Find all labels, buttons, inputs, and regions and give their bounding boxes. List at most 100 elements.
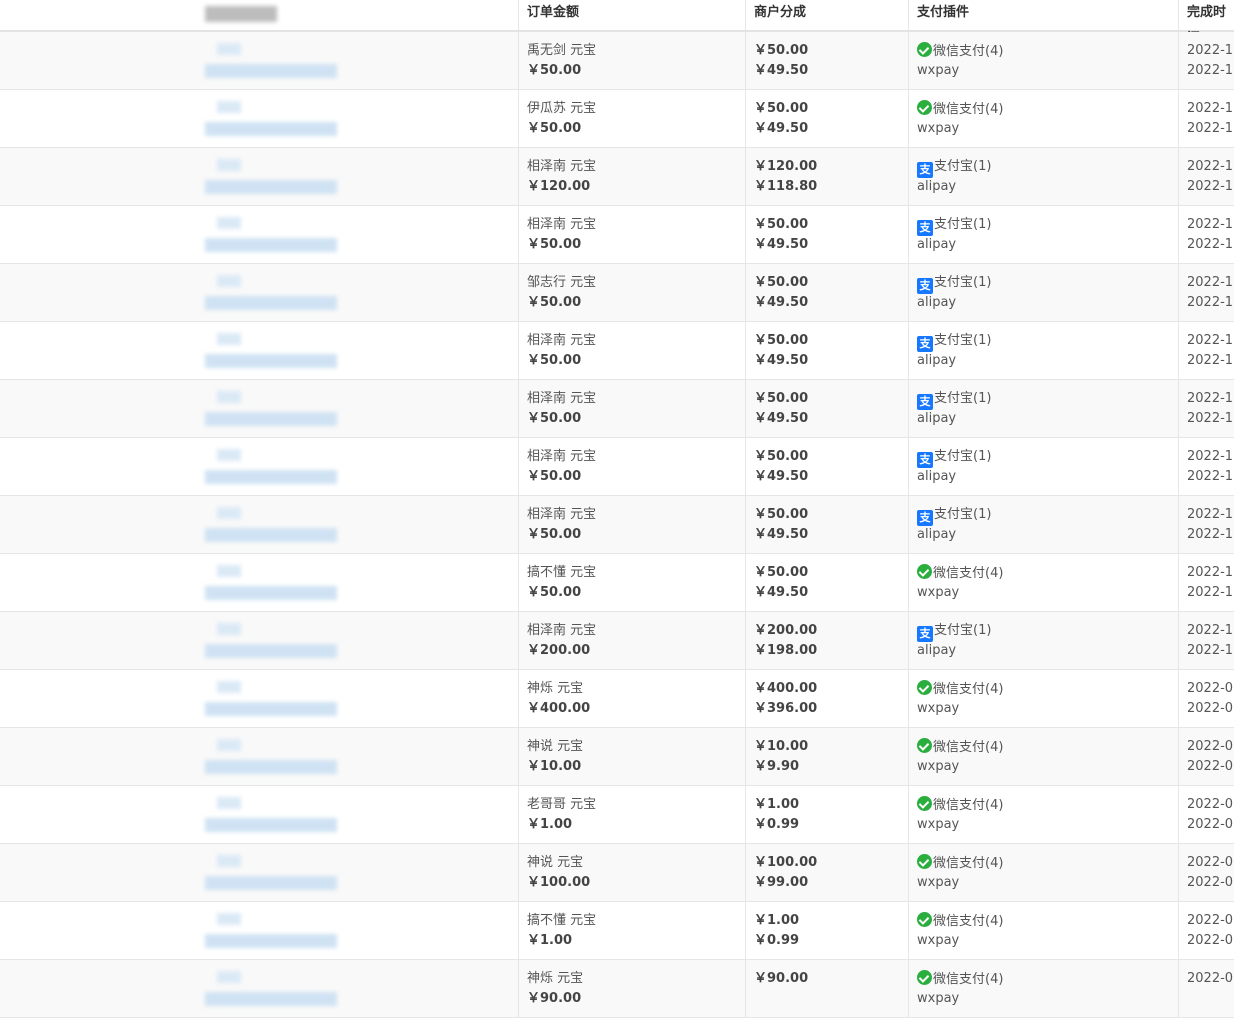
table-row[interactable]: 神烁 元宝 ￥90.00 ￥90.00 微信支付(4) wxpay 2022-0: [0, 960, 1234, 1018]
redacted-order-no: [205, 934, 337, 948]
redacted-order-no: [205, 122, 337, 136]
plugin-cell: 微信支付(4) wxpay: [917, 90, 1117, 147]
table-row[interactable]: 相泽南 元宝 ￥120.00 ￥120.00 ￥118.80 支支付宝(1) alipay…: [0, 148, 1234, 206]
column-divider: [518, 554, 519, 611]
plugin-code: alipay: [917, 527, 957, 542]
product-name: 神烁 元宝: [527, 681, 584, 696]
time-cell: 2022-1(2022-1(: [1187, 496, 1234, 553]
split-net: ￥49.50: [754, 121, 809, 136]
order-amount: ￥50.00: [527, 469, 582, 484]
plugin-name: 支付宝(1): [934, 623, 992, 638]
plugin-code: wxpay: [917, 875, 960, 890]
plugin-code: wxpay: [917, 759, 960, 774]
header-plugin[interactable]: 支付插件: [917, 0, 969, 30]
time-cell: 2022-1(2022-1(: [1187, 206, 1234, 263]
created-time: 2022-1(: [1187, 623, 1234, 638]
plugin-code: wxpay: [917, 817, 960, 832]
plugin-cell: 支支付宝(1) alipay: [917, 206, 1117, 263]
table-row[interactable]: 相泽南 元宝 ￥50.00 ￥50.00 ￥49.50 支支付宝(1) alipay 202…: [0, 438, 1234, 496]
header-time[interactable]: 完成时间: [1187, 0, 1234, 46]
split-net: ￥49.50: [754, 295, 809, 310]
plugin-label: 微信支付(4): [917, 796, 1003, 815]
amount-cell: 相泽南 元宝 ￥50.00: [527, 322, 727, 379]
plugin-cell: 微信支付(4) wxpay: [917, 32, 1117, 89]
header-amount[interactable]: 订单金额: [527, 0, 579, 30]
product-name: 神说 元宝: [527, 855, 584, 870]
table-row[interactable]: 相泽南 元宝 ￥50.00 ￥50.00 ￥49.50 支支付宝(1) alipay 202…: [0, 206, 1234, 264]
product-name: 伊瓜苏 元宝: [527, 101, 597, 116]
split-net: ￥118.80: [754, 179, 818, 194]
plugin-code: wxpay: [917, 991, 960, 1006]
plugin-label: 支支付宝(1): [917, 158, 991, 178]
split-amount: ￥90.00: [754, 971, 809, 986]
time-cell: 2022-1(2022-1(: [1187, 264, 1234, 321]
table-row[interactable]: 神说 元宝 ￥10.00 ￥10.00 ￥9.90 微信支付(4) wxpay 2022-0…: [0, 728, 1234, 786]
split-amount: ￥50.00: [754, 391, 809, 406]
column-divider: [745, 728, 746, 785]
split-amount: ￥50.00: [754, 101, 809, 116]
wechat-pay-icon: [917, 42, 932, 57]
order-amount: ￥50.00: [527, 353, 582, 368]
table-row[interactable]: 禹无剑 元宝 ￥50.00 ￥50.00 ￥49.50 微信支付(4) wxpay 2022…: [0, 32, 1234, 90]
amount-cell: 神烁 元宝 ￥90.00: [527, 960, 727, 1017]
plugin-name: 微信支付(4): [933, 740, 1004, 755]
table-row[interactable]: 相泽南 元宝 ￥50.00 ￥50.00 ￥49.50 支支付宝(1) alipay 202…: [0, 322, 1234, 380]
time-cell: 2022-1(2022-1(: [1187, 612, 1234, 669]
order-amount: ￥50.00: [527, 527, 582, 542]
table-row[interactable]: 搞不懂 元宝 ￥1.00 ￥1.00 ￥0.99 微信支付(4) wxpay 2022-0 2…: [0, 902, 1234, 960]
order-amount: ￥10.00: [527, 759, 582, 774]
alipay-icon: 支: [917, 452, 933, 468]
amount-cell: 禹无剑 元宝 ￥50.00: [527, 32, 727, 89]
table-row[interactable]: 相泽南 元宝 ￥50.00 ￥50.00 ￥49.50 支支付宝(1) alipay 202…: [0, 380, 1234, 438]
column-divider: [745, 960, 746, 1017]
column-divider: [518, 960, 519, 1017]
redacted-order-no: [205, 470, 337, 484]
plugin-label: 支支付宝(1): [917, 506, 991, 526]
time-cell: 2022-1(2022-1(: [1187, 148, 1234, 205]
redacted-order-no: [205, 702, 337, 716]
header-split[interactable]: 商户分成: [754, 0, 806, 30]
column-divider: [745, 380, 746, 437]
redacted-order-no: [205, 586, 337, 600]
product-name: 相泽南 元宝: [527, 217, 597, 232]
column-divider: [745, 670, 746, 727]
redacted-id: [217, 971, 241, 983]
plugin-code: wxpay: [917, 121, 960, 136]
time-cell: 2022-0 2022-0: [1187, 670, 1234, 727]
product-name: 邹志行 元宝: [527, 275, 597, 290]
table-row[interactable]: 神烁 元宝 ￥400.00 ￥400.00 ￥396.00 微信支付(4) wxpay 20…: [0, 670, 1234, 728]
table-body: 禹无剑 元宝 ￥50.00 ￥50.00 ￥49.50 微信支付(4) wxpay 2022…: [0, 32, 1234, 1018]
table-row[interactable]: 搞不懂 元宝 ￥50.00 ￥50.00 ￥49.50 微信支付(4) wxpay 2022…: [0, 554, 1234, 612]
redacted-order-no: [205, 992, 337, 1006]
plugin-cell: 支支付宝(1) alipay: [917, 496, 1117, 553]
redacted-id: [217, 623, 241, 635]
amount-cell: 相泽南 元宝 ￥200.00: [527, 612, 727, 669]
completed-time: 2022-1(: [1187, 527, 1234, 542]
table-row[interactable]: 伊瓜苏 元宝 ￥50.00 ￥50.00 ￥49.50 微信支付(4) wxpay 2022…: [0, 90, 1234, 148]
split-net: ￥9.90: [754, 759, 800, 774]
plugin-name: 微信支付(4): [933, 856, 1004, 871]
redacted-order-no: [205, 64, 337, 78]
table-row[interactable]: 邹志行 元宝 ￥50.00 ￥50.00 ￥49.50 支支付宝(1) alipay 202…: [0, 264, 1234, 322]
table-row[interactable]: 老哥哥 元宝 ￥1.00 ￥1.00 ￥0.99 微信支付(4) wxpay 2022-0 2…: [0, 786, 1234, 844]
redacted-id: [217, 913, 241, 925]
time-cell: 2022-1(2022-1(: [1187, 380, 1234, 437]
product-name: 相泽南 元宝: [527, 449, 597, 464]
order-amount: ￥120.00: [527, 179, 591, 194]
plugin-code: alipay: [917, 353, 957, 368]
column-divider: [518, 612, 519, 669]
table-row[interactable]: 相泽南 元宝 ￥200.00 ￥200.00 ￥198.00 支支付宝(1) alipay…: [0, 612, 1234, 670]
column-divider: [1178, 960, 1179, 1017]
wechat-pay-icon: [917, 738, 932, 753]
wechat-pay-icon: [917, 100, 932, 115]
split-amount: ￥120.00: [754, 159, 818, 174]
plugin-label: 微信支付(4): [917, 680, 1003, 699]
column-divider: [745, 496, 746, 553]
product-name: 神说 元宝: [527, 739, 584, 754]
order-amount: ￥100.00: [527, 875, 591, 890]
plugin-label: 微信支付(4): [917, 912, 1003, 931]
table-row[interactable]: 相泽南 元宝 ￥50.00 ￥50.00 ￥49.50 支支付宝(1) alipay 202…: [0, 496, 1234, 554]
table-row[interactable]: 神说 元宝 ￥100.00 ￥100.00 ￥99.00 微信支付(4) wxpay 202…: [0, 844, 1234, 902]
plugin-label: 支支付宝(1): [917, 448, 991, 468]
time-cell: 2022-0 2022-0: [1187, 728, 1234, 785]
